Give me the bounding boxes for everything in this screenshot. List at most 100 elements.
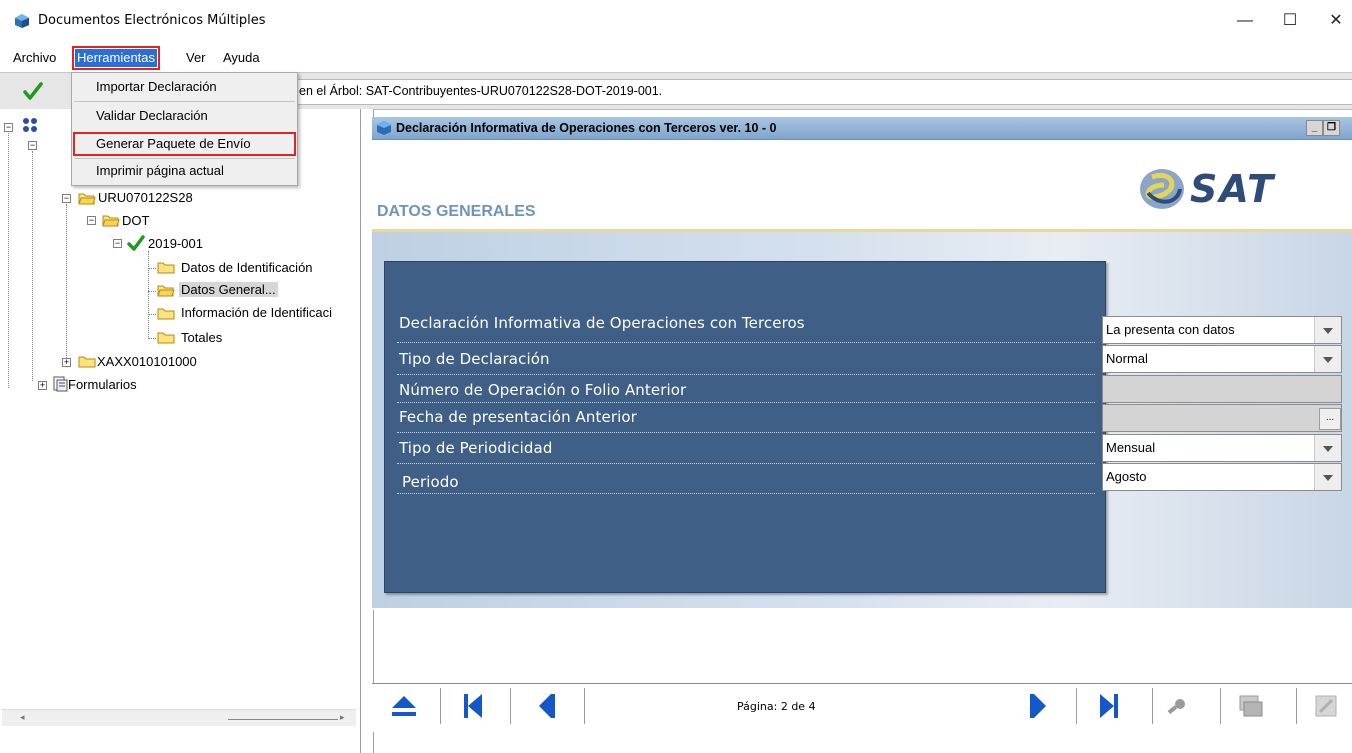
tree-path-field: en el Árbol: SAT-Contribuyentes-URU07012…	[296, 79, 1352, 105]
collapse-toggle[interactable]: −	[87, 216, 96, 225]
expand-toggle[interactable]: +	[62, 358, 71, 367]
menu-item-validar[interactable]: Validar Declaración	[72, 104, 297, 128]
scroll-thumb[interactable]	[228, 719, 338, 720]
form-frame-title: Declaración Informativa de Operaciones c…	[396, 121, 777, 135]
tree-node-info-ident[interactable]: Información de Identificaci	[181, 305, 332, 320]
declaracion-select[interactable]: La presenta con datos	[1102, 316, 1342, 344]
tree-node-xaxx[interactable]: XAXX010101000	[97, 354, 197, 369]
sat-logo-text: SAT	[1190, 167, 1276, 211]
menu-item-importar[interactable]: Importar Declaración	[72, 75, 297, 99]
close-button[interactable]: ✕	[1322, 8, 1350, 34]
tree-node-datos-ident[interactable]: Datos de Identificación	[181, 260, 313, 275]
tipo-declaracion-select[interactable]: Normal	[1102, 345, 1342, 373]
maximize-button[interactable]: ☐	[1276, 8, 1304, 34]
fecha-anterior-field[interactable]: ...	[1102, 404, 1342, 432]
menu-item-label: Validar Declaración	[96, 108, 208, 123]
tipo-declaracion-value: Normal	[1106, 351, 1148, 366]
tree-path-text: en el Árbol: SAT-Contribuyentes-URU07012…	[299, 84, 663, 98]
menu-item-label: Generar Paquete de Envío	[96, 136, 251, 151]
label-declaracion: Declaración Informativa de Operaciones c…	[399, 314, 805, 332]
folder-icon	[78, 356, 96, 368]
forms-icon	[53, 376, 68, 392]
menu-separator	[74, 101, 295, 102]
declaracion-value: La presenta con datos	[1106, 322, 1235, 337]
folder-icon	[157, 308, 175, 320]
periodicidad-value: Mensual	[1106, 440, 1156, 455]
tree-horizontal-scrollbar[interactable]: ◂ ▸	[2, 709, 356, 726]
frame-icon	[377, 121, 391, 135]
label-tipo-declaracion: Tipo de Declaración	[399, 350, 550, 368]
print-icon[interactable]	[1230, 688, 1270, 724]
label-tipo-periodicidad: Tipo de Periodicidad	[399, 439, 553, 457]
menu-herramientas[interactable]: Herramientas	[71, 46, 161, 70]
label-underline	[397, 374, 1095, 375]
section-title: DATOS GENERALES	[377, 203, 536, 220]
form-frame-titlebar: Declaración Informativa de Operaciones c…	[372, 117, 1352, 140]
sat-logo: SAT	[1134, 163, 1314, 216]
previous-page-icon[interactable]	[527, 688, 567, 724]
expand-toggle[interactable]: +	[38, 381, 47, 390]
frame-minimize-button[interactable]: _	[1306, 120, 1323, 136]
open-folder-icon	[78, 193, 96, 205]
tree-pane: − − − URU070122S28 − DOT − 2019-001 Dato…	[0, 109, 362, 753]
periodo-select[interactable]: Agosto	[1102, 463, 1342, 491]
open-folder-icon	[102, 215, 120, 227]
label-underline	[397, 342, 1095, 343]
folder-icon	[157, 332, 175, 344]
periodicidad-select[interactable]: Mensual	[1102, 434, 1342, 462]
chevron-down-icon[interactable]	[1314, 346, 1341, 372]
numero-operacion-field[interactable]	[1102, 375, 1342, 403]
collapse-toggle[interactable]: −	[28, 141, 37, 150]
tree-node-dot[interactable]: DOT	[122, 213, 149, 228]
label-numero-operacion: Número de Operación o Folio Anterior	[399, 381, 687, 399]
app-icon	[15, 14, 29, 28]
eject-icon[interactable]	[384, 688, 424, 724]
menu-item-imprimir[interactable]: Imprimir página actual	[72, 159, 297, 183]
scroll-left-icon[interactable]: ◂	[20, 712, 25, 723]
herramientas-dropdown: Importar Declaración Validar Declaración…	[71, 72, 298, 186]
next-page-icon[interactable]	[1018, 688, 1058, 724]
menu-bar: Archivo Herramientas Ver Ayuda	[0, 46, 1352, 70]
menu-archivo[interactable]: Archivo	[11, 49, 58, 67]
export-icon[interactable]	[1306, 688, 1346, 724]
collapse-toggle[interactable]: −	[113, 239, 122, 248]
menu-item-label: Imprimir página actual	[96, 163, 224, 178]
collapse-toggle[interactable]: −	[4, 123, 13, 132]
chevron-down-icon[interactable]	[1314, 317, 1341, 343]
date-picker-button[interactable]: ...	[1319, 408, 1341, 430]
open-folder-icon	[157, 285, 175, 297]
datos-generales-panel: Declaración Informativa de Operaciones c…	[384, 261, 1106, 593]
tree-node-formularios[interactable]: Formularios	[68, 377, 137, 392]
label-underline	[397, 432, 1095, 433]
menu-item-generar-paquete[interactable]: Generar Paquete de Envío	[72, 131, 297, 157]
menu-ayuda[interactable]: Ayuda	[221, 49, 262, 67]
label-fecha-anterior: Fecha de presentación Anterior	[399, 408, 637, 426]
folder-icon	[157, 262, 175, 274]
chevron-down-icon[interactable]	[1314, 464, 1341, 490]
root-icon[interactable]	[22, 117, 38, 133]
title-bar: Documentos Electrónicos Múltiples — ☐ ✕	[0, 0, 1352, 40]
label-underline	[397, 402, 1095, 403]
page-navigation-bar: Página: 2 de 4	[372, 683, 1352, 732]
scroll-right-icon[interactable]: ▸	[340, 712, 345, 723]
tree-node-totales[interactable]: Totales	[181, 330, 222, 345]
label-underline	[397, 463, 1095, 464]
last-page-icon[interactable]	[1088, 688, 1128, 724]
menu-item-label: Importar Declaración	[96, 79, 217, 94]
label-underline	[397, 493, 1095, 494]
frame-restore-button[interactable]: ❐	[1323, 120, 1340, 136]
checkmark-icon[interactable]	[20, 79, 46, 103]
minimize-button[interactable]: —	[1231, 8, 1259, 34]
checkmark-icon	[127, 235, 145, 251]
tree-node-datos-gen[interactable]: Datos General...	[179, 282, 278, 297]
page-indicator: Página: 2 de 4	[737, 700, 816, 713]
search-icon[interactable]	[1158, 688, 1198, 724]
periodo-value: Agosto	[1106, 469, 1147, 484]
label-periodo: Periodo	[402, 473, 459, 491]
collapse-toggle[interactable]: −	[62, 194, 71, 203]
chevron-down-icon[interactable]	[1314, 435, 1341, 461]
first-page-icon[interactable]	[454, 688, 494, 724]
tree-node-period[interactable]: 2019-001	[148, 236, 203, 251]
menu-ver[interactable]: Ver	[184, 49, 208, 67]
tree-node-rfc[interactable]: URU070122S28	[98, 190, 193, 205]
